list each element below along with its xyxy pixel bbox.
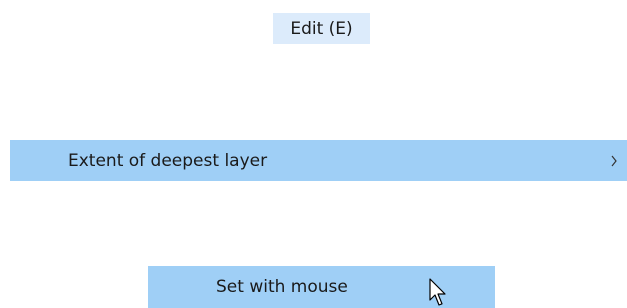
chevron-right-icon bbox=[611, 155, 617, 166]
menu-item-label: Extent of deepest layer bbox=[68, 150, 268, 171]
menu-item-label: Set with mouse bbox=[216, 277, 348, 297]
edit-menu-button[interactable]: Edit (E) bbox=[273, 13, 370, 44]
menu-item-set-with-mouse[interactable]: Set with mouse bbox=[148, 266, 495, 308]
menu-item-extent-of-deepest-layer[interactable]: Extent of deepest layer bbox=[10, 140, 627, 181]
